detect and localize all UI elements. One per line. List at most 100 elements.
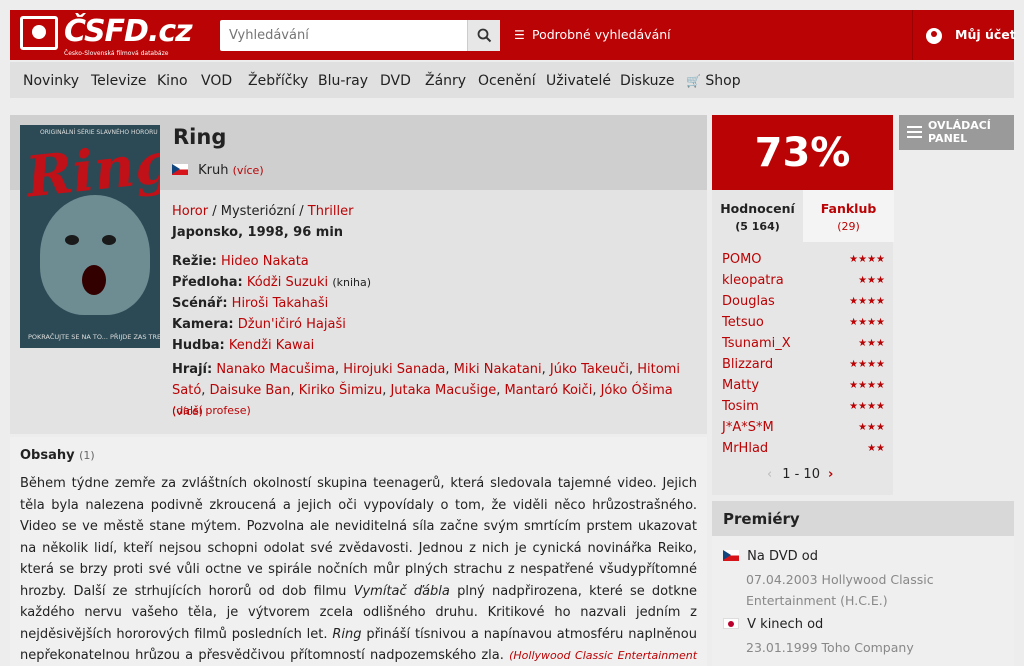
tab-ratings-count: (5 164) [735,220,780,233]
nav-item-vod[interactable]: VOD [201,73,232,89]
cast-member-link[interactable]: Nanako Macušima [216,362,335,377]
cast-member-link[interactable]: Hirojuki Sanada [343,362,445,377]
nav-item-uzivatele[interactable]: Uživatelé [546,73,611,89]
nav-item-televize[interactable]: Televize [91,73,146,89]
user-name-link[interactable]: J*A*S*M [722,420,774,435]
rating-stars: ★★★★ [849,296,885,307]
user-name-link[interactable]: Matty [722,378,759,393]
nav-item-zanry[interactable]: Žánry [425,73,466,89]
crew-name-link[interactable]: Kódži Suzuki [247,275,328,290]
plot-count: (1) [79,449,95,462]
rating-stars: ★★★★ [849,254,885,265]
plot-heading: Obsahy (1) [20,448,95,463]
user-rating-row[interactable]: Tsunami_X ★★★ [722,336,885,351]
user-name-link[interactable]: Tetsuo [722,315,764,330]
tab-ratings[interactable]: Hodnocení (5 164) [712,190,803,242]
cast-member-link[interactable]: Kiriko Šimizu [299,383,382,398]
search-box [220,20,500,51]
user-name-link[interactable]: Tosim [722,399,759,414]
tab-fanclub-label: Fanklub [820,201,877,216]
premiere-date: 23.01.1999 Toho Company [746,640,914,655]
user-rating-row[interactable]: POMO ★★★★ [722,252,885,267]
crew-role: Scénář: [172,296,228,311]
alt-title-more-link[interactable]: (více) [233,164,264,177]
nav-item-zebricky[interactable]: Žebříčky [248,73,308,89]
tab-fanclub-count: (29) [837,220,860,233]
search-input[interactable] [220,20,466,51]
top-bar: ČSFD.cz Česko-Slovenská filmová databáze… [10,10,1016,60]
premieres-heading: Premiéry [712,501,1014,536]
cast-member-link[interactable]: Jóko Óšima [601,383,673,398]
premieres-box: Premiéry Na DVD od 07.04.2003 Hollywood … [712,501,1014,666]
film-poster[interactable]: ORIGINÁLNÍ SÉRIE SLAVNÉHO HORORU Ring PO… [20,125,160,348]
crew-role: Hudba: [172,338,225,353]
user-rating-row[interactable]: Douglas ★★★★ [722,294,885,309]
crew-row-camera: Kamera: Džun'ičiró Hajaši [172,317,346,332]
nav-item-diskuze[interactable]: Diskuze [620,73,674,89]
user-rating-row[interactable]: Tosim ★★★★ [722,399,885,414]
crew-row-source: Předloha: Kódži Suzuki (kniha) [172,275,371,290]
cast-member-link[interactable]: Júko Takeuči [550,362,629,377]
tab-fanclub[interactable]: Fanklub (29) [803,190,894,242]
user-rating-row[interactable]: Matty ★★★★ [722,378,885,393]
poster-face [40,195,150,315]
next-page-icon[interactable]: › [828,467,833,482]
user-rating-row[interactable]: kleopatra ★★★ [722,273,885,288]
rating-stars: ★★★★ [849,359,885,370]
cast-member-link[interactable]: Mantaró Koiči [504,383,592,398]
poster-bottom-text: POKRAČUJTE SE NA TO... PŘIJDE ZAS TREMOR [28,333,160,341]
genre-link[interactable]: Thriller [308,204,354,219]
crew-name-link[interactable]: Kendži Kawai [229,338,314,353]
user-rating-row[interactable]: MrHlad ★★ [722,441,885,456]
nav-item-bluray[interactable]: Blu-ray [318,73,368,89]
czech-flag-icon [172,164,188,175]
user-rating-row[interactable]: J*A*S*M ★★★ [722,420,885,435]
user-name-link[interactable]: MrHlad [722,441,768,456]
film-reference: Vymítač ďábla [353,583,450,599]
nav-item-shop[interactable]: 🛒 Shop [686,73,741,89]
user-name-link[interactable]: Douglas [722,294,775,309]
main-nav: Novinky Televize Kino VOD Žebříčky Blu-r… [10,62,1014,98]
cast-list: Hrají: Nanako Macušima, Hirojuki Sanada,… [172,362,680,418]
rating-stars: ★★★★ [849,317,885,328]
control-panel-button[interactable]: OVLÁDACÍ PANEL [899,115,1014,150]
crew-name-link[interactable]: Džun'ičiró Hajaši [238,317,346,332]
user-name-link[interactable]: kleopatra [722,273,784,288]
czech-flag-icon [723,550,739,561]
nav-item-dvd[interactable]: DVD [380,73,411,89]
cast-member-link[interactable]: Miki Nakatani [454,362,542,377]
search-button[interactable] [467,20,500,51]
more-professions-link[interactable]: (další profese) [172,404,251,417]
control-panel-line2: PANEL [928,132,968,145]
plot-part: Během týdne zemře za zvláštních okolnost… [20,476,697,599]
cast-member-link[interactable]: Daisuke Ban [210,383,291,398]
user-rating-row[interactable]: Tetsuo ★★★★ [722,315,885,330]
nav-item-kino[interactable]: Kino [157,73,188,89]
prev-page-icon[interactable]: ‹ [767,467,772,482]
rating-stars: ★★★★ [849,380,885,391]
crew-name-link[interactable]: Hideo Nakata [221,254,309,269]
user-rating-row[interactable]: Blizzard ★★★★ [722,357,885,372]
premiere-detail: 23.01.1999 Toho Company [746,637,914,658]
account-button[interactable]: Můj účet [912,10,1016,60]
logo-text: ČSFD.cz [64,14,193,49]
genre-link[interactable]: Horor [172,204,208,219]
rating-stars: ★★★★ [849,401,885,412]
plot-text: Během týdne zemře za zvláštních okolnost… [20,473,697,666]
site-logo[interactable]: ČSFD.cz Česko-Slovenská filmová databáze [20,14,193,57]
user-name-link[interactable]: POMO [722,252,762,267]
crew-row-director: Režie: Hideo Nakata [172,254,309,269]
advanced-search-link[interactable]: ☰ Podrobné vyhledávání [514,27,671,42]
nav-item-novinky[interactable]: Novinky [23,73,79,89]
premiere-label: Na DVD od [747,549,818,564]
user-name-link[interactable]: Tsunami_X [722,336,791,351]
rating-stars: ★★★ [858,422,885,433]
alt-title-text: Kruh [198,163,229,178]
film-title: Ring [173,125,227,149]
cast-member-link[interactable]: Jutaka Macušige [390,383,496,398]
crew-name-link[interactable]: Hiroši Takahaši [232,296,329,311]
cart-icon: 🛒 [686,74,701,88]
nav-item-oceneni[interactable]: Ocenění [478,73,536,89]
tab-ratings-label: Hodnocení [720,201,795,216]
user-name-link[interactable]: Blizzard [722,357,773,372]
